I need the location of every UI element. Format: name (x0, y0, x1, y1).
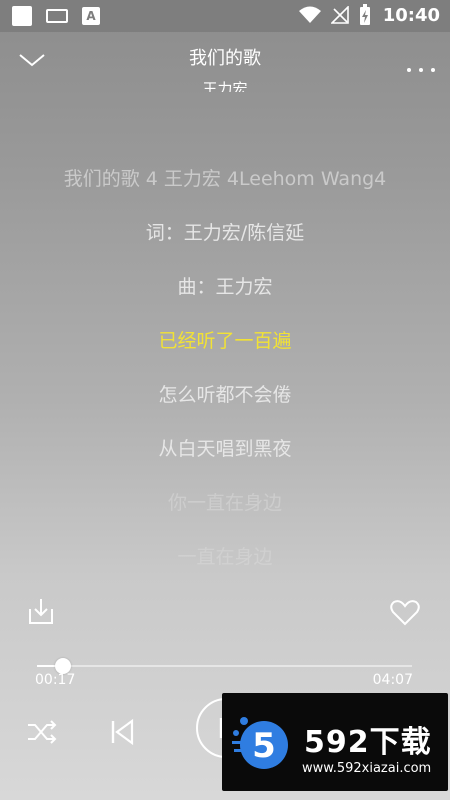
watermark-banner: 5 592下载 www.592xiazai.com (222, 693, 448, 791)
lyric-line: 一直在身边 (177, 546, 273, 568)
more-dots-icon (407, 68, 435, 72)
more-button[interactable] (406, 58, 436, 77)
lyric-line: 怎么听都不会倦 (158, 384, 292, 406)
favorite-button[interactable] (390, 600, 420, 630)
heart-icon (390, 600, 420, 626)
previous-icon (111, 718, 134, 746)
wifi-icon (298, 6, 321, 23)
download-icon (29, 599, 53, 624)
a-notification-icon: A (82, 7, 100, 25)
lyric-line: 曲：王力宏 (177, 276, 273, 298)
battery-charging-icon (359, 4, 370, 25)
download-button[interactable] (27, 597, 55, 629)
player-header: 我们的歌 王力宏 (0, 32, 450, 92)
status-time: 10:40 (382, 4, 440, 26)
watermark-url: www.592xiazai.com (302, 761, 432, 776)
status-bar: A 10:40 (0, 0, 450, 32)
brand-logo-icon: 5 (232, 717, 288, 769)
lyric-line-active: 已经听了一百遍 (158, 330, 292, 352)
shuffle-icon (28, 720, 57, 744)
song-title: 我们的歌 (189, 48, 261, 69)
lyric-line: 我们的歌 4 王力宏 4Leehom Wang4 (63, 168, 387, 190)
total-time: 04:07 (372, 672, 413, 688)
lyric-line: 从白天唱到黑夜 (158, 438, 292, 460)
current-time: 00:17 (35, 672, 76, 688)
song-artist: 王力宏 (202, 80, 248, 92)
status-left-icons: A (12, 6, 100, 26)
previous-button[interactable] (110, 718, 136, 750)
lyrics-panel[interactable]: 我们的歌 4 王力宏 4Leehom Wang4 词：王力宏/陈信延 曲：王力宏… (0, 160, 450, 592)
lyric-line: 词：王力宏/陈信延 (145, 222, 305, 244)
lyric-line: 你一直在身边 (167, 492, 282, 514)
progress-track[interactable] (37, 658, 412, 674)
status-right-icons: 10:40 (298, 4, 440, 26)
shuffle-button[interactable] (27, 720, 57, 748)
svg-text:5: 5 (252, 726, 276, 766)
no-signal-icon (330, 6, 349, 24)
keyboard-icon (46, 9, 68, 23)
watermark-brand: 592下载 (304, 725, 432, 760)
notification-square-icon (12, 6, 32, 26)
